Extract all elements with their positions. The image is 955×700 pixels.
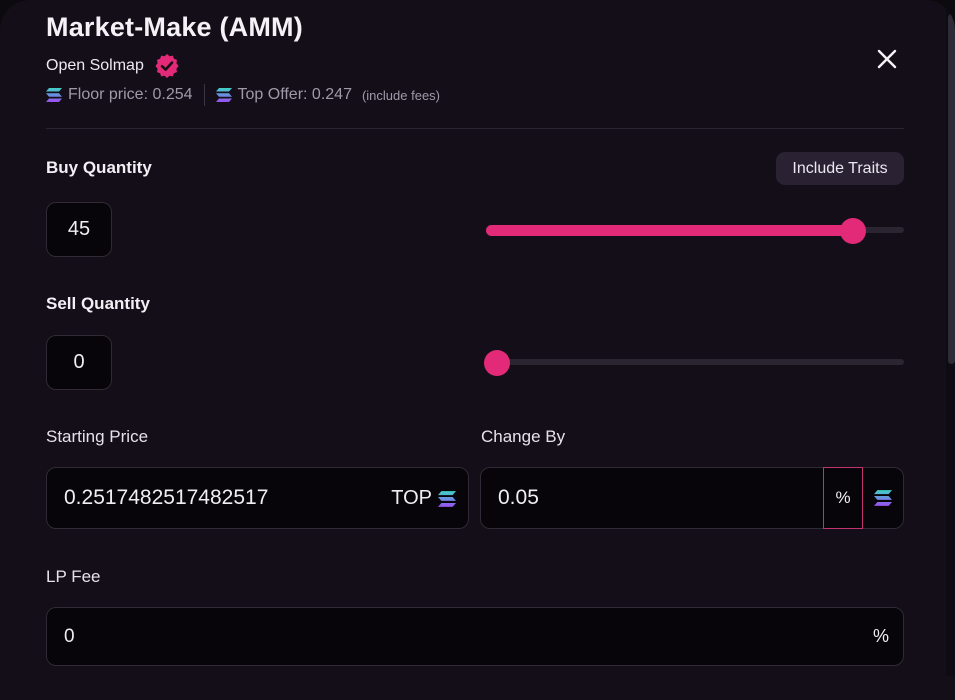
close-button[interactable] — [872, 44, 902, 74]
verified-badge-icon — [154, 53, 180, 79]
starting-price-input[interactable] — [47, 468, 392, 528]
change-by-input[interactable] — [481, 468, 823, 528]
solana-icon — [438, 490, 456, 507]
sell-quantity-input[interactable] — [46, 335, 112, 390]
percent-unit-button[interactable]: % — [823, 466, 863, 529]
top-label: TOP — [391, 486, 432, 509]
buy-quantity-slider[interactable] — [486, 218, 904, 244]
header-divider — [46, 128, 904, 129]
sol-unit-button[interactable] — [863, 467, 903, 529]
solana-icon — [874, 490, 892, 506]
slider-fill — [486, 225, 854, 236]
top-offer-note: (include fees) — [361, 87, 441, 103]
slider-thumb[interactable] — [484, 350, 510, 376]
buy-quantity-input[interactable] — [46, 202, 112, 257]
starting-price-label: Starting Price — [46, 427, 149, 446]
include-traits-button[interactable]: Include Traits — [776, 152, 904, 185]
solana-icon — [46, 88, 62, 102]
lp-fee-field: % — [46, 607, 904, 666]
price-stats: Floor price: 0.254 Top Offer: 0.247 (inc… — [46, 84, 440, 106]
stat-divider — [203, 84, 205, 106]
top-offer-text: Top Offer: 0.247 — [237, 86, 352, 103]
collection-name: Open Solmap — [46, 57, 144, 74]
lp-fee-input[interactable] — [47, 608, 873, 665]
close-icon — [877, 49, 897, 69]
top-price-button[interactable]: TOP — [391, 487, 468, 510]
slider-thumb[interactable] — [840, 218, 867, 244]
starting-price-field: TOP — [46, 467, 469, 529]
lp-fee-label: LP Fee — [46, 567, 101, 586]
floor-price: Floor price: 0.254 — [46, 86, 193, 104]
scrollbar[interactable] — [946, 0, 955, 676]
lp-fee-unit: % — [872, 626, 889, 646]
slider-track — [486, 359, 904, 365]
floor-price-text: Floor price: 0.254 — [68, 86, 193, 103]
scrollbar-thumb[interactable] — [948, 14, 955, 364]
change-by-label: Change By — [481, 427, 566, 446]
change-by-field: % — [480, 466, 904, 529]
top-offer: Top Offer: 0.247 (include fees) — [215, 86, 441, 104]
solana-icon — [215, 88, 232, 102]
sell-quantity-slider[interactable] — [484, 350, 904, 376]
sell-quantity-label: Sell Quantity — [46, 294, 150, 313]
amm-modal: Market-Make (AMM) Open Solmap Floor pric… — [0, 0, 955, 700]
buy-quantity-label: Buy Quantity — [46, 158, 152, 177]
modal-title: Market-Make (AMM) — [46, 12, 303, 42]
collection-row: Open Solmap — [46, 53, 180, 79]
